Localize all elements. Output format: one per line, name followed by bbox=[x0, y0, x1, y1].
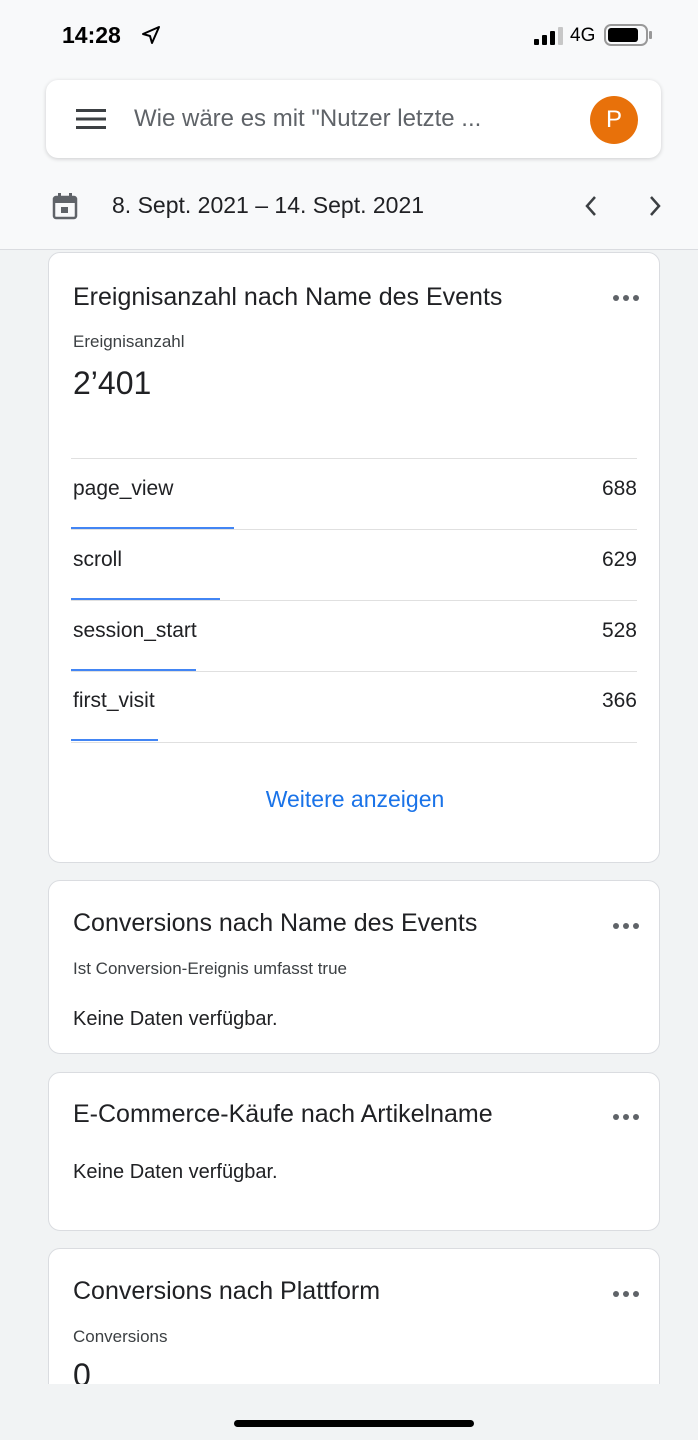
status-time: 14:28 bbox=[62, 22, 121, 48]
empty-state: Keine Daten verfügbar. bbox=[73, 1008, 278, 1030]
calendar-icon[interactable] bbox=[52, 192, 78, 220]
event-name: first_visit bbox=[73, 689, 155, 712]
chevron-left-icon[interactable] bbox=[580, 192, 602, 220]
top-bar: 14:28 4G Wie wäre es mit "Nutzer letzte … bbox=[0, 0, 698, 250]
chevron-right-icon[interactable] bbox=[644, 192, 666, 220]
search-bar[interactable]: Wie wäre es mit "Nutzer letzte ... P bbox=[46, 80, 661, 158]
event-row[interactable]: page_view 688 bbox=[71, 459, 637, 529]
metric-value: 2’401 bbox=[73, 365, 152, 401]
divider bbox=[71, 742, 637, 743]
avatar[interactable]: P bbox=[590, 96, 638, 144]
location-arrow-icon bbox=[142, 26, 160, 44]
date-range-row: 8. Sept. 2021 – 14. Sept. 2021 bbox=[0, 180, 698, 232]
event-name: page_view bbox=[73, 477, 174, 500]
conversions-card: Conversions nach Name des Events Ist Con… bbox=[48, 880, 660, 1054]
signal-strength-icon bbox=[534, 27, 563, 45]
metric-label: Conversions bbox=[73, 1327, 168, 1346]
status-bar: 14:28 4G bbox=[0, 0, 698, 70]
card-title: E-Commerce-Käufe nach Artikelname bbox=[73, 1100, 493, 1128]
show-more-link[interactable]: Weitere anzeigen bbox=[49, 786, 661, 813]
ecommerce-card: E-Commerce-Käufe nach Artikelname Keine … bbox=[48, 1072, 660, 1231]
filter-label: Ist Conversion-Ereignis umfasst true bbox=[73, 959, 347, 978]
date-range-label[interactable]: 8. Sept. 2021 – 14. Sept. 2021 bbox=[112, 192, 424, 219]
event-count: 528 bbox=[601, 619, 637, 642]
event-count: 629 bbox=[601, 548, 637, 571]
more-options-icon[interactable] bbox=[611, 921, 641, 931]
event-row[interactable]: session_start 528 bbox=[71, 601, 637, 671]
events-card: Ereignisanzahl nach Name des Events Erei… bbox=[48, 252, 660, 863]
metric-label: Ereignisanzahl bbox=[73, 332, 185, 351]
event-bar bbox=[71, 739, 158, 741]
more-options-icon[interactable] bbox=[611, 1289, 641, 1299]
more-options-icon[interactable] bbox=[611, 293, 641, 303]
menu-icon[interactable] bbox=[76, 106, 106, 132]
bottom-area bbox=[0, 1384, 698, 1440]
event-row[interactable]: scroll 629 bbox=[71, 530, 637, 600]
more-options-icon[interactable] bbox=[611, 1112, 641, 1122]
card-title: Ereignisanzahl nach Name des Events bbox=[73, 283, 503, 311]
event-row[interactable]: first_visit 366 bbox=[71, 671, 637, 741]
network-type: 4G bbox=[570, 25, 596, 46]
event-name: session_start bbox=[73, 619, 197, 642]
event-name: scroll bbox=[73, 548, 123, 571]
empty-state: Keine Daten verfügbar. bbox=[73, 1161, 278, 1183]
battery-icon bbox=[604, 24, 652, 46]
event-count: 366 bbox=[601, 689, 637, 712]
card-title: Conversions nach Name des Events bbox=[73, 909, 478, 937]
search-input[interactable]: Wie wäre es mit "Nutzer letzte ... bbox=[134, 105, 481, 133]
home-indicator[interactable] bbox=[234, 1420, 474, 1427]
card-title: Conversions nach Plattform bbox=[73, 1277, 381, 1305]
event-count: 688 bbox=[601, 477, 637, 500]
